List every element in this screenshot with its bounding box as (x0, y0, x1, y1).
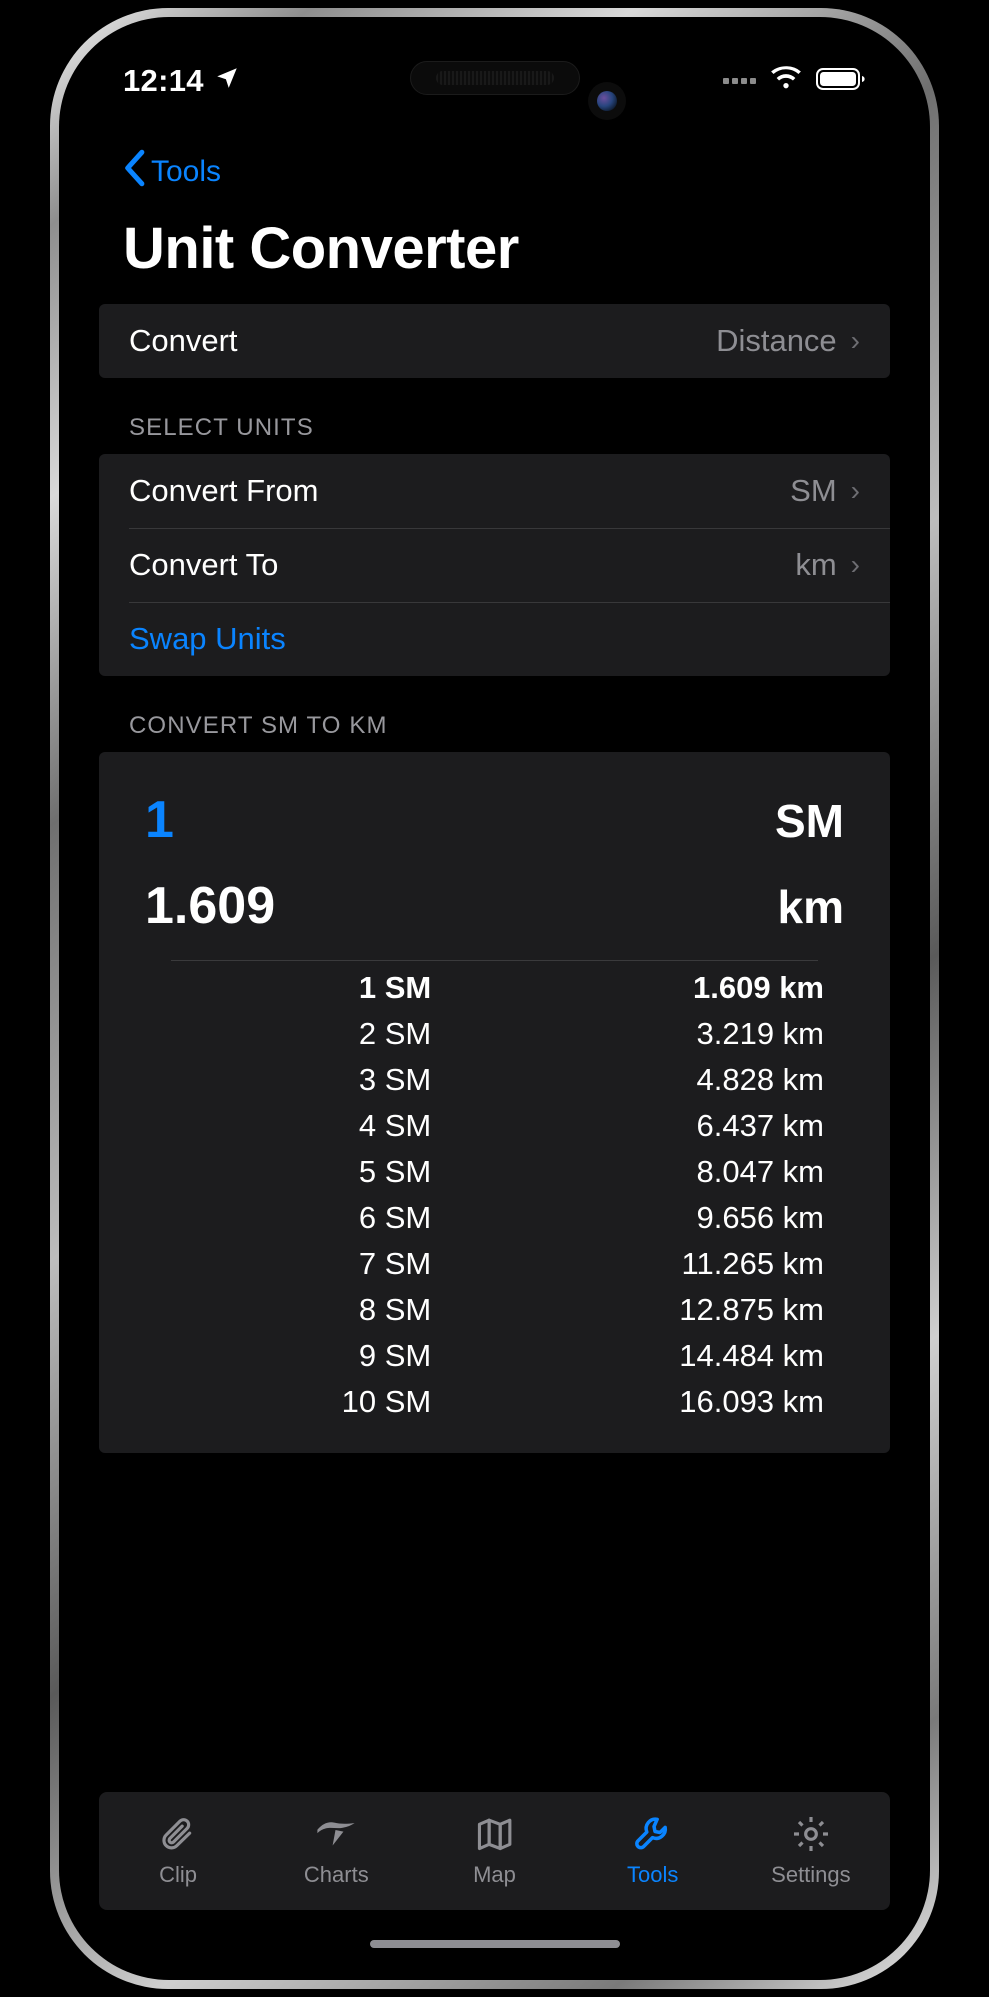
table-cell-to: 1.609 km (693, 970, 824, 1005)
table-cell-to: 6.437 km (696, 1108, 824, 1143)
device-bezel: 12:14 Tools Unit Converter Convert Dista… (59, 17, 930, 1980)
dynamic-island (409, 61, 580, 95)
chevron-right-icon: › (850, 475, 860, 506)
row-convert-from-right: SM › (790, 473, 860, 509)
conversion-table: 1 SM 1.609 km 2 SM 3.219 km 3 SM 4.828 km 4 SM… (129, 965, 860, 1425)
tab-label: Tools (627, 1862, 679, 1887)
app-content: Tools Unit Converter Convert Distance › … (67, 137, 922, 1972)
row-convert-from-label: Convert From (129, 473, 319, 508)
page-title: Unit Converter (123, 216, 519, 281)
tab-bar: Clip Charts Map Tools Settings (99, 1792, 890, 1910)
table-cell-to: 9.656 km (696, 1200, 824, 1235)
table-cell-from: 10 SM (341, 1384, 432, 1419)
chevron-left-icon (123, 149, 145, 195)
table-cell-from: 5 SM (358, 1154, 432, 1189)
chart-icon (314, 1814, 358, 1854)
cellular-dots-icon (723, 78, 756, 84)
table-row: 3 SM 4.828 km (129, 1057, 860, 1103)
tab-clip[interactable]: Clip (99, 1814, 257, 1888)
table-row: 2 SM 3.219 km (129, 1011, 860, 1057)
row-convert-type-value: Distance (716, 323, 837, 358)
table-cell-from: 7 SM (358, 1246, 432, 1281)
table-row: 10 SM 16.093 km (129, 1379, 860, 1425)
row-convert-type-label: Convert (129, 323, 238, 358)
row-convert-from-value: SM (790, 473, 837, 508)
tab-label: Map (473, 1862, 516, 1887)
table-row: 1 SM 1.609 km (129, 965, 860, 1011)
tab-label: Clip (159, 1862, 198, 1887)
tab-tools[interactable]: Tools (574, 1814, 732, 1888)
row-convert-type[interactable]: Convert Distance › (99, 304, 890, 378)
camera-lens (597, 91, 617, 111)
table-cell-to: 3.219 km (696, 1016, 824, 1051)
table-cell-from: 6 SM (358, 1200, 432, 1235)
earpiece-speaker (435, 71, 554, 85)
select-units-group: Convert From SM › Convert To km › Swap U… (99, 454, 890, 676)
location-arrow-icon (214, 63, 240, 99)
back-button-label: Tools (151, 155, 222, 188)
row-convert-type-right: Distance › (716, 323, 860, 359)
tab-label: Settings (771, 1862, 851, 1887)
table-cell-from: 9 SM (358, 1338, 432, 1373)
table-row: 5 SM 8.047 km (129, 1149, 860, 1195)
row-swap-units[interactable]: Swap Units (99, 602, 890, 676)
status-time-group: 12:14 (123, 63, 240, 99)
conversion-card: 1 SM 1.609 km 1 SM 1.609 km 2 SM 3.219 km 3 … (99, 752, 890, 1453)
table-cell-from: 1 SM (358, 970, 432, 1005)
tab-label: Charts (303, 1862, 369, 1887)
row-convert-to[interactable]: Convert To km › (99, 528, 890, 602)
table-cell-from: 3 SM (358, 1062, 432, 1097)
table-cell-to: 12.875 km (679, 1292, 824, 1327)
status-time-label: 12:14 (123, 63, 204, 98)
wifi-icon (769, 65, 803, 97)
front-camera-icon (588, 82, 626, 120)
table-cell-to: 8.047 km (696, 1154, 824, 1189)
row-convert-to-value: km (795, 547, 837, 582)
conversion-output-value: 1.609 (145, 877, 276, 935)
paperclip-icon (158, 1814, 198, 1854)
table-row: 8 SM 12.875 km (129, 1287, 860, 1333)
phone-screen: 12:14 Tools Unit Converter Convert Dista… (67, 25, 922, 1972)
table-cell-to: 14.484 km (679, 1338, 824, 1373)
table-row: 4 SM 6.437 km (129, 1103, 860, 1149)
table-cell-from: 4 SM (358, 1108, 432, 1143)
device-frame: 12:14 Tools Unit Converter Convert Dista… (50, 8, 939, 1989)
swap-units-label: Swap Units (129, 621, 286, 656)
home-indicator[interactable] (369, 1940, 620, 1948)
chevron-right-icon: › (850, 549, 860, 580)
table-cell-to: 16.093 km (679, 1384, 824, 1419)
tab-charts[interactable]: Charts (257, 1814, 415, 1888)
row-convert-from[interactable]: Convert From SM › (99, 454, 890, 528)
tab-settings[interactable]: Settings (732, 1814, 890, 1888)
section-header-conversion: CONVERT SM TO KM (129, 712, 388, 739)
conversion-input-line[interactable]: 1 SM (129, 778, 860, 864)
battery-full-icon (816, 66, 866, 97)
row-convert-to-label: Convert To (129, 547, 279, 582)
table-row: 6 SM 9.656 km (129, 1195, 860, 1241)
status-indicators (723, 65, 866, 97)
section-header-select-units: SELECT UNITS (129, 414, 314, 441)
table-cell-to: 11.265 km (681, 1246, 824, 1281)
map-icon (476, 1814, 514, 1854)
table-cell-to: 4.828 km (696, 1062, 824, 1097)
chevron-right-icon: › (850, 325, 860, 356)
conversion-input-value[interactable]: 1 (145, 790, 174, 850)
wrench-icon (633, 1814, 673, 1854)
convert-type-group: Convert Distance › (99, 304, 890, 378)
card-divider (171, 960, 818, 961)
conversion-output-unit: km (777, 881, 844, 933)
gear-icon (791, 1814, 831, 1854)
table-cell-from: 8 SM (358, 1292, 432, 1327)
back-button-tools[interactable]: Tools (67, 137, 922, 201)
conversion-output-line: 1.609 km (129, 864, 860, 950)
table-row: 9 SM 14.484 km (129, 1333, 860, 1379)
row-convert-to-right: km › (795, 547, 860, 583)
tab-map[interactable]: Map (415, 1814, 573, 1888)
conversion-input-unit: SM (775, 795, 844, 847)
table-row: 7 SM 11.265 km (129, 1241, 860, 1287)
table-cell-from: 2 SM (358, 1016, 432, 1051)
